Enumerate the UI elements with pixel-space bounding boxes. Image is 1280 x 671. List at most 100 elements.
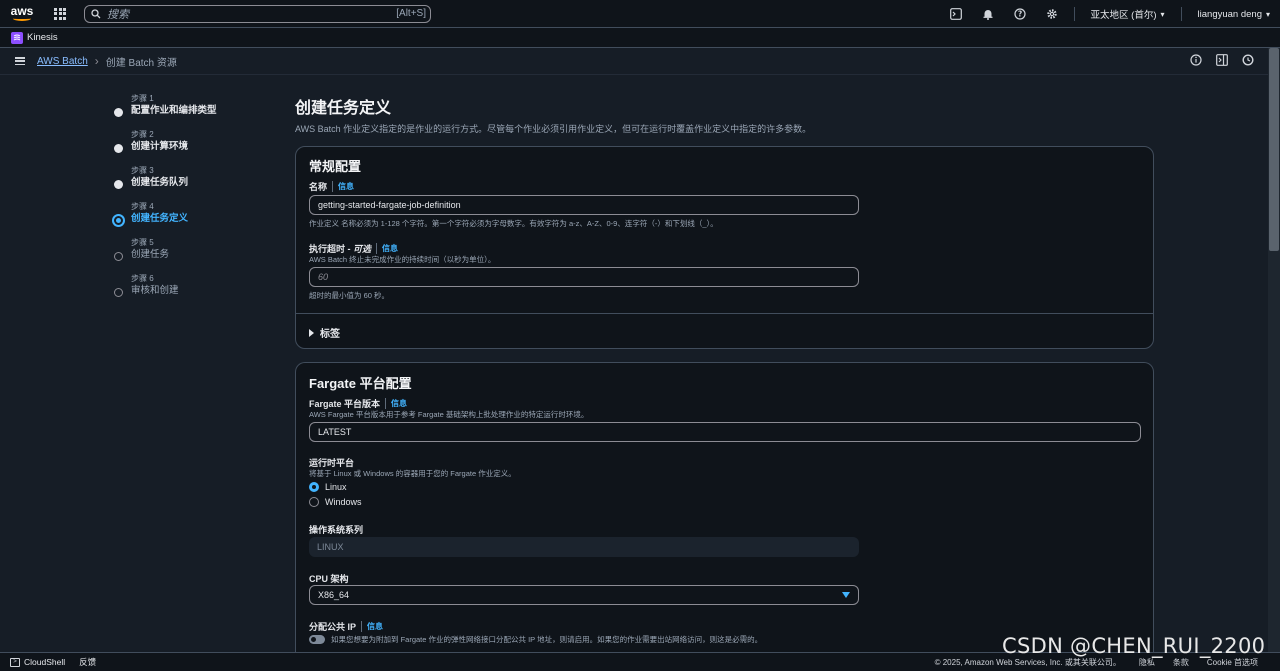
- step-dot-icon: [114, 252, 123, 261]
- cpu-architecture-label: CPU 架构: [309, 574, 349, 584]
- panel-title: Fargate 平台配置: [309, 376, 412, 391]
- info-link[interactable]: 信息: [376, 243, 398, 254]
- radio-label: Linux: [325, 482, 347, 492]
- cloudshell-label: CloudShell: [24, 657, 66, 667]
- public-ip-toggle-row: 如果您想要为附加到 Fargate 作业的弹性网络接口分配公共 IP 地址，则请…: [309, 634, 762, 645]
- wizard-steps: 步骤 1 配置作业和编排类型 步骤 2 创建计算环境 步骤 3 创建任务队列 步…: [112, 94, 217, 310]
- step-1[interactable]: 步骤 1 配置作业和编排类型: [113, 94, 217, 130]
- cpu-architecture-value: X86_64: [318, 590, 350, 600]
- services-grid-icon[interactable]: [54, 7, 66, 20]
- breadcrumb-aws-batch-link[interactable]: AWS Batch: [37, 56, 88, 67]
- divider: [296, 313, 1153, 314]
- public-ip-label: 分配公共 IP 信息: [309, 620, 383, 633]
- search-shortcut: [Alt+S]: [396, 8, 426, 19]
- timeout-input[interactable]: 60: [309, 267, 859, 287]
- search-input[interactable]: 搜索 [Alt+S]: [84, 4, 431, 23]
- step-name: 创建任务: [131, 249, 170, 260]
- info-link[interactable]: 信息: [385, 398, 407, 409]
- step-name: 创建任务定义: [131, 213, 189, 224]
- help-icon[interactable]: ?: [1004, 0, 1036, 28]
- privacy-link[interactable]: 隐私: [1139, 657, 1155, 668]
- radio-linux[interactable]: Linux: [309, 482, 347, 492]
- fargate-version-hint: AWS Fargate 平台版本用于参考 Fargate 基础架构上批处理作业的…: [309, 410, 589, 419]
- divider: [1073, 7, 1075, 21]
- fargate-version-input[interactable]: LATEST: [309, 422, 1141, 442]
- kinesis-service-link[interactable]: Kinesis: [27, 32, 58, 43]
- breadcrumb-current: 创建 Batch 资源: [105, 57, 177, 69]
- search-placeholder: 搜索: [107, 8, 129, 21]
- caret-right-icon: [309, 328, 314, 337]
- history-clock-icon[interactable]: [1242, 54, 1254, 69]
- terms-link[interactable]: 条款: [1173, 657, 1189, 668]
- step-name: 创建计算环境: [131, 141, 189, 152]
- timeout-hint: AWS Batch 终止未完成作业的持续时间（以秒为单位）。: [309, 255, 496, 264]
- job-definition-name-input[interactable]: getting-started-fargate-job-definition: [309, 195, 859, 215]
- step-4[interactable]: 步骤 4 创建任务定义: [112, 202, 217, 238]
- step-number: 步骤 4: [131, 202, 154, 211]
- divider: [1180, 7, 1182, 21]
- info-panel-icon[interactable]: [1190, 54, 1202, 69]
- os-family-label: 操作系统系列: [309, 525, 364, 535]
- optional-text: 可选: [353, 244, 372, 254]
- user-menu[interactable]: liangyuan deng ▾: [1188, 9, 1280, 20]
- radio-label: Windows: [325, 497, 362, 507]
- step-dot-icon: [114, 180, 123, 189]
- public-ip-label-text: 分配公共 IP: [309, 622, 357, 632]
- step-dot-icon: [114, 288, 123, 297]
- fargate-config-panel: Fargate 平台配置 Fargate 平台版本 信息 AWS Fargate…: [295, 362, 1154, 671]
- tags-expander[interactable]: 标签: [309, 325, 340, 340]
- step-active-dot-icon: [112, 214, 125, 227]
- caret-down-icon: [842, 592, 850, 598]
- info-link[interactable]: 信息: [361, 621, 383, 632]
- step-number: 步骤 6: [131, 274, 154, 283]
- main-content: 创建任务定义 AWS Batch 作业定义指定的是作业的运行方式。尽管每个作业必…: [295, 98, 1155, 671]
- page-description: AWS Batch 作业定义指定的是作业的运行方式。尽管每个作业必须引用作业定义…: [295, 124, 812, 134]
- step-5: 步骤 5 创建任务: [113, 238, 217, 274]
- runtime-platform-hint: 将基于 Linux 或 Windows 的容器用于您的 Fargate 作业定义…: [309, 469, 516, 478]
- settings-gear-icon[interactable]: [1036, 0, 1068, 28]
- step-dot-icon: [114, 144, 123, 153]
- radio-windows[interactable]: Windows: [309, 497, 362, 507]
- step-name: 审核和创建: [131, 285, 179, 296]
- caret-down-icon: ▾: [1265, 9, 1270, 19]
- copyright-text: © 2025, Amazon Web Services, Inc. 或其关联公司…: [934, 657, 1121, 667]
- split-panel-icon[interactable]: [1216, 54, 1228, 69]
- menu-hamburger-icon[interactable]: [15, 57, 25, 65]
- radio-checked-icon: [309, 482, 319, 492]
- step-number: 步骤 5: [131, 238, 154, 247]
- notifications-bell-icon[interactable]: [972, 0, 1004, 28]
- name-hint: 作业定义 名称必须为 1-128 个字符。第一个字符必须为字母数字。有效字符为 …: [309, 219, 718, 228]
- breadcrumb: AWS Batch › 创建 Batch 资源: [0, 48, 1268, 75]
- region-selector[interactable]: 亚太地区 (首尔) ▾: [1081, 7, 1175, 22]
- cloudshell-icon[interactable]: [940, 0, 972, 28]
- cloudshell-icon: >: [10, 657, 20, 667]
- service-favorites-bar: Kinesis: [0, 28, 1280, 48]
- cloudshell-button[interactable]: > CloudShell: [10, 657, 65, 667]
- kinesis-service-icon[interactable]: [11, 31, 23, 44]
- cookie-preferences-link[interactable]: Cookie 首选项: [1207, 657, 1258, 668]
- step-name: 创建任务队列: [131, 177, 189, 188]
- page-title: 创建任务定义: [295, 100, 392, 117]
- public-ip-toggle[interactable]: [309, 635, 325, 644]
- general-config-panel: 常规配置 名称 信息 getting-started-fargate-job-d…: [295, 146, 1154, 349]
- step-3[interactable]: 步骤 3 创建任务队列: [113, 166, 217, 202]
- top-navigation-bar: aws 搜索 [Alt+S] ? 亚太地区 (首尔) ▾ liangyuan d…: [0, 0, 1280, 28]
- public-ip-hint: 如果您想要为附加到 Fargate 作业的弹性网络接口分配公共 IP 地址，则请…: [331, 635, 763, 644]
- name-label-text: 名称: [309, 182, 328, 192]
- feedback-link[interactable]: 反馈: [79, 656, 96, 668]
- scrollbar-thumb[interactable]: [1269, 48, 1279, 251]
- timeout-label-text: 执行超时 -: [309, 244, 353, 254]
- radio-unchecked-icon: [309, 497, 319, 507]
- panel-title: 常规配置: [309, 159, 362, 174]
- aws-logo[interactable]: aws: [2, 0, 42, 28]
- chevron-right-icon: ›: [94, 54, 99, 68]
- scrollbar[interactable]: [1268, 48, 1280, 652]
- timeout-min-hint: 超时的最小值为 60 秒。: [309, 291, 390, 300]
- user-name: liangyuan deng: [1197, 8, 1262, 20]
- cpu-architecture-select[interactable]: X86_64: [309, 585, 859, 605]
- search-icon: [91, 8, 101, 18]
- os-family-input: LINUX: [309, 537, 859, 557]
- step-2[interactable]: 步骤 2 创建计算环境: [113, 130, 217, 166]
- step-dot-icon: [114, 108, 123, 117]
- info-link[interactable]: 信息: [332, 181, 354, 192]
